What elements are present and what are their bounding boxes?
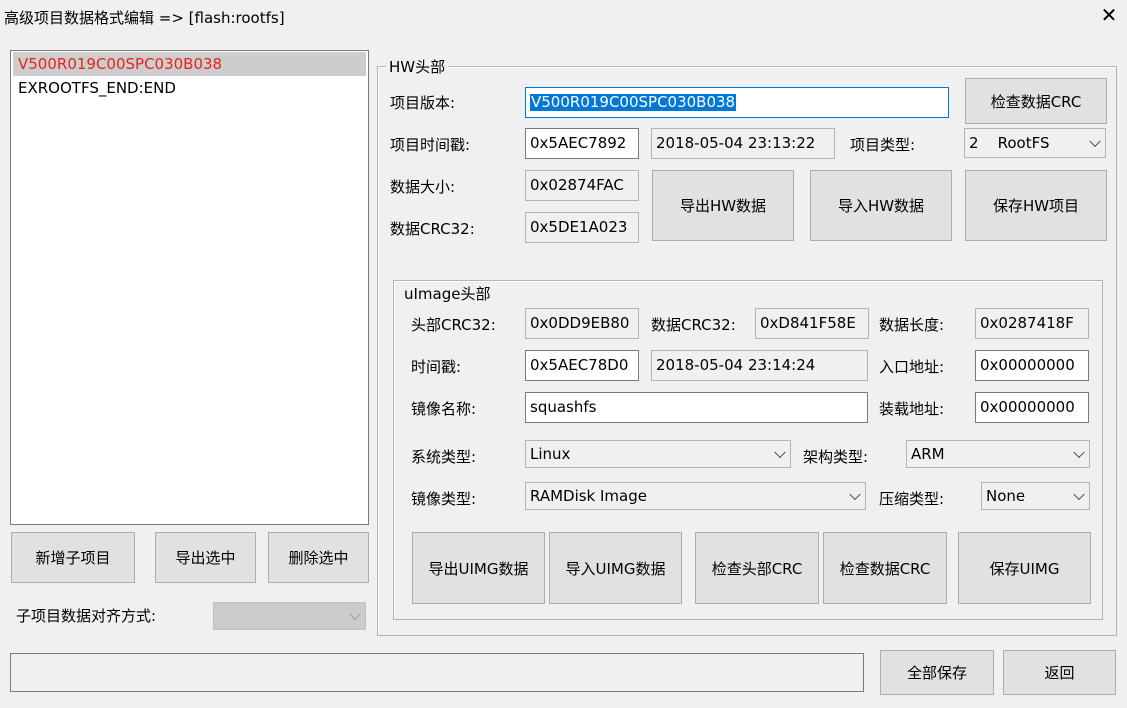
image-name-input[interactable]: squashfs	[525, 392, 868, 423]
timestamp-label: 项目时间戳:	[390, 136, 471, 154]
chevron-down-icon	[849, 488, 861, 501]
uimage-data-crc-label: 数据CRC32:	[651, 316, 736, 334]
os-type-value: Linux	[530, 445, 571, 463]
version-input[interactable]: V500R019C00SPC030B038	[525, 87, 949, 118]
header-crc-value: 0x0DD9EB80	[525, 308, 639, 339]
os-type-select[interactable]: Linux	[525, 440, 791, 468]
version-value: V500R019C00SPC030B038	[530, 93, 737, 111]
status-field	[10, 653, 864, 692]
data-crc-label: 数据CRC32:	[390, 220, 475, 238]
header-crc-label: 头部CRC32:	[411, 316, 496, 334]
save-uimg-button[interactable]: 保存UIMG	[958, 532, 1091, 604]
image-type-select[interactable]: RAMDisk Image	[525, 482, 866, 510]
uimage-group-title: uImage头部	[401, 283, 494, 304]
compression-type-label: 压缩类型:	[879, 490, 945, 508]
image-type-value: RAMDisk Image	[530, 487, 647, 505]
align-label: 子项目数据对齐方式:	[16, 607, 157, 625]
back-button[interactable]: 返回	[1003, 650, 1116, 695]
item-type-value: 2 RootFS	[969, 134, 1050, 152]
arch-type-value: ARM	[911, 445, 945, 463]
chevron-down-icon	[1073, 446, 1085, 459]
data-length-value: 0x0287418F	[975, 308, 1089, 339]
item-type-label: 项目类型:	[850, 136, 916, 154]
uimage-timestamp-date: 2018-05-04 23:14:24	[651, 350, 868, 381]
list-item[interactable]: EXROOTFS_END:END	[13, 76, 366, 100]
load-address-label: 装载地址:	[879, 400, 945, 418]
entry-address-label: 入口地址:	[879, 358, 945, 376]
item-type-select[interactable]: 2 RootFS	[964, 128, 1106, 158]
chevron-down-icon	[349, 608, 361, 621]
version-label: 项目版本:	[390, 94, 456, 112]
save-all-button[interactable]: 全部保存	[880, 650, 994, 695]
entry-address-input[interactable]: 0x00000000	[975, 350, 1089, 381]
align-select[interactable]	[213, 602, 366, 630]
delete-selected-button[interactable]: 删除选中	[268, 532, 369, 583]
chevron-down-icon	[774, 446, 786, 459]
check-uimg-data-crc-button[interactable]: 检查数据CRC	[823, 532, 947, 604]
save-hw-item-button[interactable]: 保存HW项目	[965, 170, 1107, 241]
export-selected-button[interactable]: 导出选中	[155, 532, 256, 583]
arch-type-select[interactable]: ARM	[906, 440, 1090, 468]
uimage-data-crc-value: 0xD841F58E	[755, 308, 869, 339]
image-name-label: 镜像名称:	[411, 400, 477, 418]
image-type-label: 镜像类型:	[411, 490, 477, 508]
title-bar: 高级项目数据格式编辑 => [flash:rootfs] ✕	[0, 0, 1127, 33]
os-type-label: 系统类型:	[411, 448, 477, 466]
check-header-crc-button[interactable]: 检查头部CRC	[695, 532, 819, 604]
compression-type-select[interactable]: None	[981, 482, 1090, 510]
data-crc-value: 0x5DE1A023	[525, 212, 639, 243]
data-length-label: 数据长度:	[879, 316, 945, 334]
import-uimg-data-button[interactable]: 导入UIMG数据	[549, 532, 682, 604]
timestamp-date: 2018-05-04 23:13:22	[651, 128, 835, 159]
timestamp-input[interactable]: 0x5AEC7892	[525, 128, 639, 159]
hw-group-title: HW头部	[386, 56, 449, 77]
uimage-timestamp-label: 时间戳:	[411, 358, 462, 376]
sub-item-list[interactable]: V500R019C00SPC030B038 EXROOTFS_END:END	[10, 50, 369, 525]
data-size-value: 0x02874FAC	[525, 170, 639, 201]
check-data-crc-button[interactable]: 检查数据CRC	[965, 78, 1107, 124]
window-title: 高级项目数据格式编辑 => [flash:rootfs]	[4, 9, 285, 27]
data-size-label: 数据大小:	[390, 178, 456, 196]
load-address-input[interactable]: 0x00000000	[975, 392, 1089, 423]
add-subitem-button[interactable]: 新增子项目	[11, 532, 135, 583]
close-icon[interactable]: ✕	[1091, 0, 1127, 33]
chevron-down-icon	[1073, 488, 1085, 501]
list-item[interactable]: V500R019C00SPC030B038	[13, 52, 366, 76]
export-uimg-data-button[interactable]: 导出UIMG数据	[412, 532, 545, 604]
chevron-down-icon	[1089, 135, 1101, 148]
arch-type-label: 架构类型:	[803, 448, 869, 466]
compression-type-value: None	[986, 487, 1026, 505]
import-hw-data-button[interactable]: 导入HW数据	[810, 170, 952, 241]
export-hw-data-button[interactable]: 导出HW数据	[652, 170, 794, 241]
uimage-timestamp-input[interactable]: 0x5AEC78D0	[525, 350, 639, 381]
